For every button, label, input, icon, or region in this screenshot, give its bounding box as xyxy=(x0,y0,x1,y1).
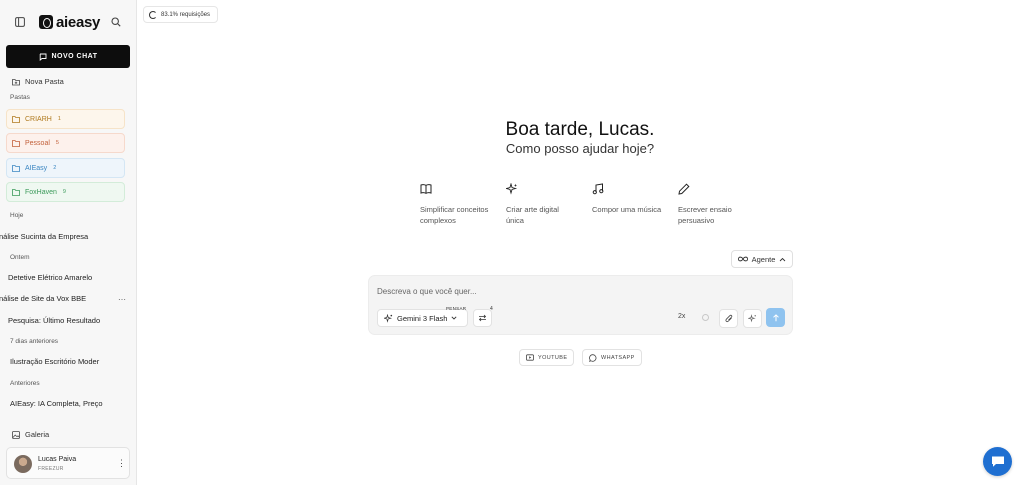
status-circle-icon xyxy=(702,314,709,321)
folder-count: 9 xyxy=(62,189,66,195)
greeting-title: Boa tarde, Lucas. xyxy=(505,119,655,140)
prompt-input[interactable]: Descreva o que você quer... xyxy=(377,287,477,296)
speed-toggle[interactable]: 2x xyxy=(678,313,685,320)
user-menu-icon[interactable]: ⋮ xyxy=(117,458,126,468)
folder-item[interactable]: AIEasy 2 xyxy=(6,158,125,178)
think-badge: PENSAR xyxy=(446,306,467,311)
suggestion-text: Compor uma música xyxy=(592,205,662,214)
sparkles-icon xyxy=(384,313,393,323)
folder-icon xyxy=(12,115,20,123)
youtube-chip[interactable]: YOUTUBE xyxy=(519,349,575,366)
suggestion-text: Simplificar conceitos complexos xyxy=(420,205,489,225)
sidebar-toggle-icon[interactable] xyxy=(15,17,25,27)
sidebar: aieasy NOVO CHAT Nova Pasta Pastas CRIAR… xyxy=(0,0,137,485)
usage-text: 83.1% requisições xyxy=(161,11,211,18)
agent-label: Agente xyxy=(751,254,776,264)
sparkles-icon xyxy=(506,183,518,195)
logo-text: aieasy xyxy=(56,13,101,31)
model-label: Gemini 3 Flash xyxy=(397,313,448,323)
new-chat-label: NOVO CHAT xyxy=(51,53,98,60)
agent-mode-select[interactable]: Agente xyxy=(731,250,793,268)
app-logo[interactable]: aieasy xyxy=(39,13,101,31)
image-icon xyxy=(12,430,20,439)
infinity-icon xyxy=(737,256,748,262)
group-heading-older: Anteriores xyxy=(10,380,40,387)
arrow-up-icon xyxy=(772,313,779,321)
folder-icon xyxy=(12,188,20,196)
logo-mark-icon xyxy=(39,15,53,29)
usage-progress-icon xyxy=(149,10,157,19)
chat-history-item[interactable]: Análise de Site da Vox BBE xyxy=(0,294,112,303)
app-root: aieasy NOVO CHAT Nova Pasta Pastas CRIAR… xyxy=(0,0,1024,485)
folder-count: 1 xyxy=(57,116,61,122)
chat-history-item[interactable]: AIEasy: IA Completa, Preço xyxy=(10,399,140,408)
chat-history-item[interactable]: Análise Sucinta da Empresa xyxy=(0,232,124,241)
folder-plus-icon xyxy=(12,78,20,85)
avatar xyxy=(14,455,32,473)
whatsapp-chip-label: WHATSAPP xyxy=(601,354,635,361)
new-folder-button[interactable]: Nova Pasta xyxy=(12,77,64,86)
whatsapp-icon xyxy=(589,353,597,362)
user-name: Lucas Paiva xyxy=(38,456,77,463)
sidebar-header: aieasy xyxy=(0,0,137,44)
gallery-label: Galeria xyxy=(25,430,50,439)
search-icon[interactable] xyxy=(111,17,121,27)
swap-count-badge: 4 xyxy=(490,306,493,312)
new-folder-label: Nova Pasta xyxy=(25,77,64,86)
greeting-subtitle: Como posso ajudar hoje? xyxy=(505,141,655,156)
chat-history-item[interactable]: Ilustração Escritório Moder xyxy=(10,357,140,366)
whatsapp-chip[interactable]: WHATSAPP xyxy=(582,349,642,366)
group-heading-today: Hoje xyxy=(10,212,24,219)
new-chat-button[interactable]: NOVO CHAT xyxy=(6,45,130,68)
group-heading-7-days: 7 dias anteriores xyxy=(10,338,59,345)
attach-button[interactable] xyxy=(719,309,738,328)
suggestion-card[interactable]: Escrever ensaio persuasivo xyxy=(678,183,748,226)
folder-name: AIEasy xyxy=(25,164,48,172)
prompt-composer: Descreva o que você quer... Gemini 3 Fla… xyxy=(368,275,793,335)
folder-item[interactable]: Pessoal 5 xyxy=(6,133,125,153)
suggestion-card[interactable]: Simplificar conceitos complexos xyxy=(420,183,490,226)
message-icon xyxy=(991,456,1004,467)
video-icon xyxy=(526,354,534,361)
model-select[interactable]: Gemini 3 Flash xyxy=(377,309,468,327)
music-icon xyxy=(592,183,604,195)
suggestion-text: Criar arte digital única xyxy=(506,205,559,225)
usage-badge[interactable]: 83.1% requisições xyxy=(143,6,219,23)
send-button[interactable] xyxy=(766,308,785,327)
book-icon xyxy=(420,184,432,194)
gallery-link[interactable]: Galeria xyxy=(12,430,49,439)
user-profile-card[interactable]: Lucas Paiva FREEZUR ⋮ xyxy=(6,447,130,479)
suggestion-text: Escrever ensaio persuasivo xyxy=(678,205,732,225)
chat-options-icon[interactable]: ⋯ xyxy=(118,295,127,304)
folder-name: CRIARH xyxy=(25,115,52,123)
suggestion-card[interactable]: Criar arte digital única xyxy=(506,183,576,226)
support-chat-button[interactable] xyxy=(983,447,1012,476)
folder-item[interactable]: CRIARH 1 xyxy=(6,109,125,129)
folder-name: FoxHaven xyxy=(25,188,57,196)
folder-count: 5 xyxy=(55,140,59,146)
arrows-swap-icon xyxy=(478,314,487,322)
folder-count: 2 xyxy=(53,165,57,171)
enhance-prompt-button[interactable] xyxy=(743,309,762,328)
folder-item[interactable]: FoxHaven 9 xyxy=(6,182,125,202)
folder-icon xyxy=(12,139,20,147)
chat-history-item[interactable]: Detetive Elétrico Amarelo xyxy=(8,273,138,282)
pen-icon xyxy=(678,183,690,195)
folders-heading: Pastas xyxy=(10,94,30,101)
chevron-up-icon xyxy=(780,257,786,261)
group-heading-yesterday: Ontem xyxy=(10,254,30,261)
chat-bubble-icon xyxy=(39,53,46,61)
chat-history-item[interactable]: Pesquisa: Último Resultado xyxy=(8,316,138,325)
sparkles-icon xyxy=(748,314,756,323)
suggestion-card[interactable]: Compor uma música xyxy=(592,183,662,215)
youtube-chip-label: YOUTUBE xyxy=(538,354,568,361)
folder-name: Pessoal xyxy=(25,139,50,147)
folder-icon xyxy=(12,164,20,172)
chevron-down-icon xyxy=(451,316,457,320)
user-plan: FREEZUR xyxy=(38,466,64,472)
paperclip-icon xyxy=(724,314,732,323)
